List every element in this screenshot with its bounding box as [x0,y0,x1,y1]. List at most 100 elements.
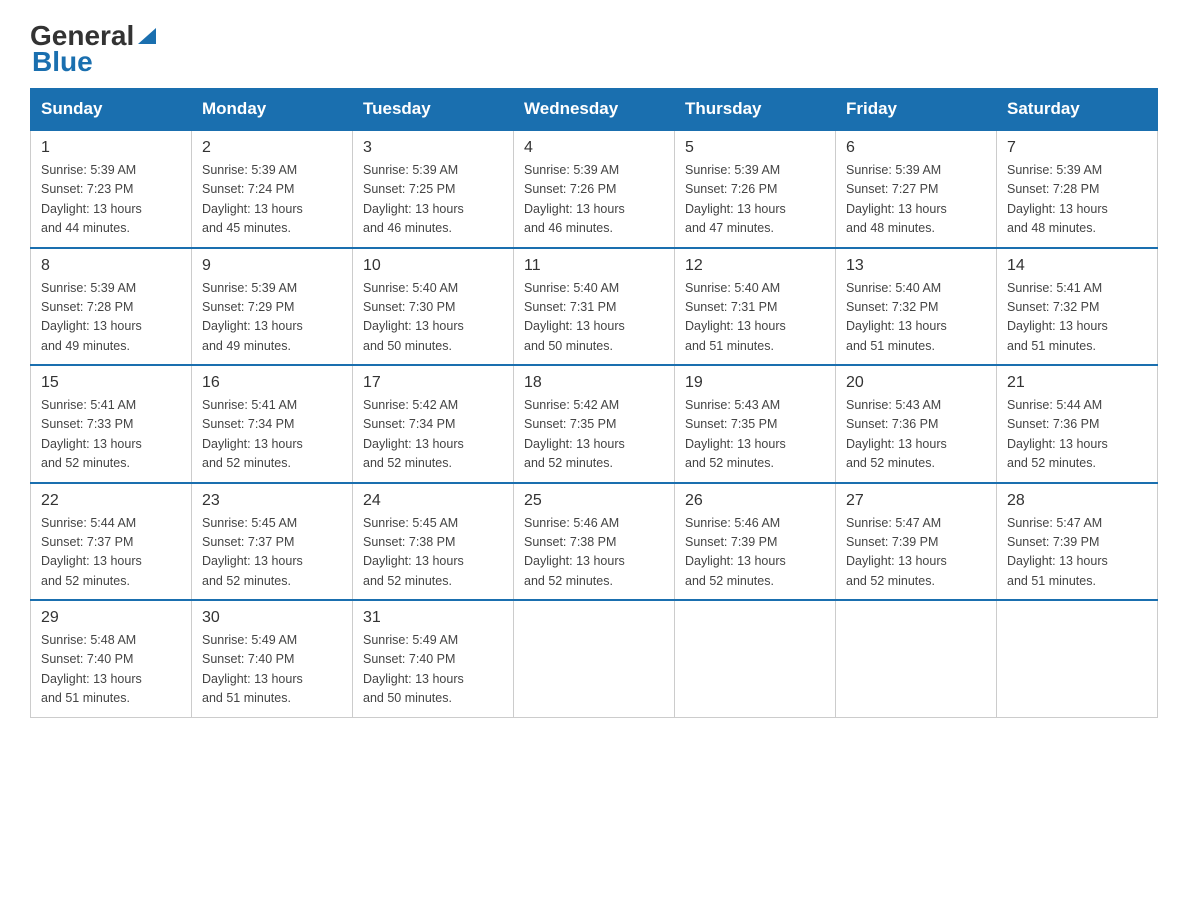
day-number: 1 [41,139,181,157]
calendar-body: 1 Sunrise: 5:39 AMSunset: 7:23 PMDayligh… [31,130,1158,717]
day-info: Sunrise: 5:47 AMSunset: 7:39 PMDaylight:… [846,514,986,592]
day-number: 2 [202,139,342,157]
calendar-day-cell: 20 Sunrise: 5:43 AMSunset: 7:36 PMDaylig… [836,365,997,483]
calendar-day-cell: 10 Sunrise: 5:40 AMSunset: 7:30 PMDaylig… [353,248,514,366]
day-info: Sunrise: 5:44 AMSunset: 7:37 PMDaylight:… [41,514,181,592]
day-number: 17 [363,374,503,392]
calendar-empty-cell [514,600,675,717]
calendar-day-header: Sunday [31,89,192,131]
day-info: Sunrise: 5:40 AMSunset: 7:31 PMDaylight:… [685,279,825,357]
day-info: Sunrise: 5:39 AMSunset: 7:26 PMDaylight:… [685,161,825,239]
day-info: Sunrise: 5:39 AMSunset: 7:29 PMDaylight:… [202,279,342,357]
calendar-day-cell: 9 Sunrise: 5:39 AMSunset: 7:29 PMDayligh… [192,248,353,366]
day-number: 16 [202,374,342,392]
calendar-day-cell: 15 Sunrise: 5:41 AMSunset: 7:33 PMDaylig… [31,365,192,483]
calendar-day-cell: 24 Sunrise: 5:45 AMSunset: 7:38 PMDaylig… [353,483,514,601]
day-number: 22 [41,492,181,510]
day-info: Sunrise: 5:45 AMSunset: 7:37 PMDaylight:… [202,514,342,592]
day-info: Sunrise: 5:46 AMSunset: 7:38 PMDaylight:… [524,514,664,592]
day-info: Sunrise: 5:49 AMSunset: 7:40 PMDaylight:… [202,631,342,709]
day-number: 25 [524,492,664,510]
day-info: Sunrise: 5:39 AMSunset: 7:26 PMDaylight:… [524,161,664,239]
day-number: 14 [1007,257,1147,275]
day-number: 29 [41,609,181,627]
calendar-day-cell: 18 Sunrise: 5:42 AMSunset: 7:35 PMDaylig… [514,365,675,483]
day-number: 8 [41,257,181,275]
day-number: 23 [202,492,342,510]
day-info: Sunrise: 5:40 AMSunset: 7:32 PMDaylight:… [846,279,986,357]
day-number: 19 [685,374,825,392]
day-info: Sunrise: 5:40 AMSunset: 7:31 PMDaylight:… [524,279,664,357]
day-number: 21 [1007,374,1147,392]
calendar-day-cell: 30 Sunrise: 5:49 AMSunset: 7:40 PMDaylig… [192,600,353,717]
day-info: Sunrise: 5:39 AMSunset: 7:28 PMDaylight:… [1007,161,1147,239]
day-number: 6 [846,139,986,157]
logo-triangle-icon [136,24,158,46]
calendar-day-cell: 29 Sunrise: 5:48 AMSunset: 7:40 PMDaylig… [31,600,192,717]
day-info: Sunrise: 5:39 AMSunset: 7:25 PMDaylight:… [363,161,503,239]
calendar-day-cell: 28 Sunrise: 5:47 AMSunset: 7:39 PMDaylig… [997,483,1158,601]
calendar-week-row: 22 Sunrise: 5:44 AMSunset: 7:37 PMDaylig… [31,483,1158,601]
day-info: Sunrise: 5:39 AMSunset: 7:27 PMDaylight:… [846,161,986,239]
calendar-day-cell: 3 Sunrise: 5:39 AMSunset: 7:25 PMDayligh… [353,130,514,248]
day-number: 12 [685,257,825,275]
day-info: Sunrise: 5:39 AMSunset: 7:23 PMDaylight:… [41,161,181,239]
calendar-week-row: 8 Sunrise: 5:39 AMSunset: 7:28 PMDayligh… [31,248,1158,366]
calendar-empty-cell [675,600,836,717]
day-info: Sunrise: 5:42 AMSunset: 7:34 PMDaylight:… [363,396,503,474]
day-number: 30 [202,609,342,627]
day-info: Sunrise: 5:44 AMSunset: 7:36 PMDaylight:… [1007,396,1147,474]
day-number: 10 [363,257,503,275]
calendar-day-header: Wednesday [514,89,675,131]
day-info: Sunrise: 5:49 AMSunset: 7:40 PMDaylight:… [363,631,503,709]
calendar-day-cell: 31 Sunrise: 5:49 AMSunset: 7:40 PMDaylig… [353,600,514,717]
day-number: 28 [1007,492,1147,510]
calendar-day-cell: 13 Sunrise: 5:40 AMSunset: 7:32 PMDaylig… [836,248,997,366]
calendar-day-cell: 14 Sunrise: 5:41 AMSunset: 7:32 PMDaylig… [997,248,1158,366]
day-info: Sunrise: 5:48 AMSunset: 7:40 PMDaylight:… [41,631,181,709]
day-number: 13 [846,257,986,275]
calendar-day-cell: 12 Sunrise: 5:40 AMSunset: 7:31 PMDaylig… [675,248,836,366]
day-info: Sunrise: 5:43 AMSunset: 7:36 PMDaylight:… [846,396,986,474]
day-number: 9 [202,257,342,275]
calendar-day-header: Saturday [997,89,1158,131]
calendar-day-cell: 25 Sunrise: 5:46 AMSunset: 7:38 PMDaylig… [514,483,675,601]
calendar-day-header: Thursday [675,89,836,131]
calendar-week-row: 1 Sunrise: 5:39 AMSunset: 7:23 PMDayligh… [31,130,1158,248]
day-number: 31 [363,609,503,627]
day-info: Sunrise: 5:40 AMSunset: 7:30 PMDaylight:… [363,279,503,357]
day-number: 5 [685,139,825,157]
logo: General Blue [30,20,158,78]
calendar-header-row: SundayMondayTuesdayWednesdayThursdayFrid… [31,89,1158,131]
day-info: Sunrise: 5:47 AMSunset: 7:39 PMDaylight:… [1007,514,1147,592]
calendar-day-cell: 23 Sunrise: 5:45 AMSunset: 7:37 PMDaylig… [192,483,353,601]
day-info: Sunrise: 5:43 AMSunset: 7:35 PMDaylight:… [685,396,825,474]
calendar-day-cell: 11 Sunrise: 5:40 AMSunset: 7:31 PMDaylig… [514,248,675,366]
calendar-day-cell: 2 Sunrise: 5:39 AMSunset: 7:24 PMDayligh… [192,130,353,248]
day-number: 20 [846,374,986,392]
day-info: Sunrise: 5:42 AMSunset: 7:35 PMDaylight:… [524,396,664,474]
calendar-day-header: Monday [192,89,353,131]
calendar-day-cell: 17 Sunrise: 5:42 AMSunset: 7:34 PMDaylig… [353,365,514,483]
calendar-day-cell: 4 Sunrise: 5:39 AMSunset: 7:26 PMDayligh… [514,130,675,248]
day-info: Sunrise: 5:39 AMSunset: 7:28 PMDaylight:… [41,279,181,357]
calendar-day-cell: 6 Sunrise: 5:39 AMSunset: 7:27 PMDayligh… [836,130,997,248]
calendar-day-cell: 5 Sunrise: 5:39 AMSunset: 7:26 PMDayligh… [675,130,836,248]
day-info: Sunrise: 5:41 AMSunset: 7:32 PMDaylight:… [1007,279,1147,357]
calendar-empty-cell [836,600,997,717]
day-info: Sunrise: 5:39 AMSunset: 7:24 PMDaylight:… [202,161,342,239]
day-number: 27 [846,492,986,510]
calendar-empty-cell [997,600,1158,717]
calendar-day-cell: 27 Sunrise: 5:47 AMSunset: 7:39 PMDaylig… [836,483,997,601]
calendar-table: SundayMondayTuesdayWednesdayThursdayFrid… [30,88,1158,718]
day-number: 7 [1007,139,1147,157]
calendar-day-header: Friday [836,89,997,131]
page-header: General Blue [30,20,1158,78]
calendar-week-row: 29 Sunrise: 5:48 AMSunset: 7:40 PMDaylig… [31,600,1158,717]
calendar-day-cell: 26 Sunrise: 5:46 AMSunset: 7:39 PMDaylig… [675,483,836,601]
day-info: Sunrise: 5:41 AMSunset: 7:33 PMDaylight:… [41,396,181,474]
calendar-day-header: Tuesday [353,89,514,131]
day-info: Sunrise: 5:41 AMSunset: 7:34 PMDaylight:… [202,396,342,474]
day-number: 4 [524,139,664,157]
calendar-day-cell: 7 Sunrise: 5:39 AMSunset: 7:28 PMDayligh… [997,130,1158,248]
